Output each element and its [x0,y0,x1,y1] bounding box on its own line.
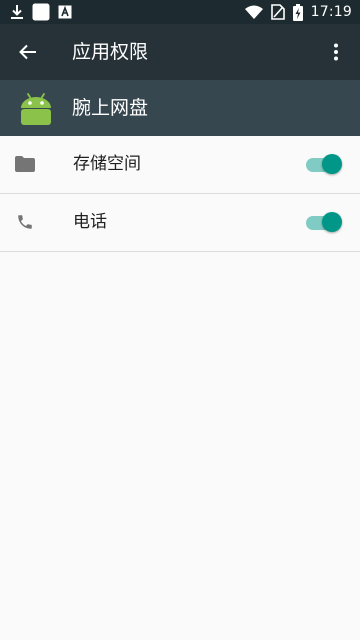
square-notification-icon [32,3,50,21]
android-icon [18,90,54,126]
more-vertical-icon [334,43,338,61]
folder-icon [14,153,36,175]
app-name: 腕上网盘 [72,97,149,119]
more-options-button[interactable] [320,36,352,68]
download-icon [10,4,24,20]
toggle-thumb [322,212,342,232]
toggle-thumb [322,154,342,174]
permission-item-storage[interactable]: 存储空间 [0,136,360,194]
permission-label: 存储空间 [73,154,141,174]
notification-icons [10,3,72,21]
no-sim-icon [270,4,285,20]
page-title: 应用权限 [72,41,149,63]
app-notification-icon [58,5,72,19]
wifi-icon [244,5,263,19]
permission-list: 存储空间 电话 [0,136,360,252]
back-button[interactable] [12,36,44,68]
permission-item-phone[interactable]: 电话 [0,194,360,252]
app-permissions-screen: 17:19 应用权限 腕上网盘 存储空间 电话 [0,0,360,640]
system-icons: 17:19 [244,0,352,24]
status-bar: 17:19 [0,0,360,24]
toolbar: 应用权限 [0,24,360,80]
status-time: 17:19 [310,4,352,20]
phone-icon [14,211,36,233]
phone-permission-toggle[interactable] [306,212,342,234]
battery-charging-icon [292,3,303,21]
app-header: 腕上网盘 [0,80,360,136]
permission-label: 电话 [73,212,107,232]
storage-permission-toggle[interactable] [306,154,342,176]
arrow-back-icon [19,44,36,60]
